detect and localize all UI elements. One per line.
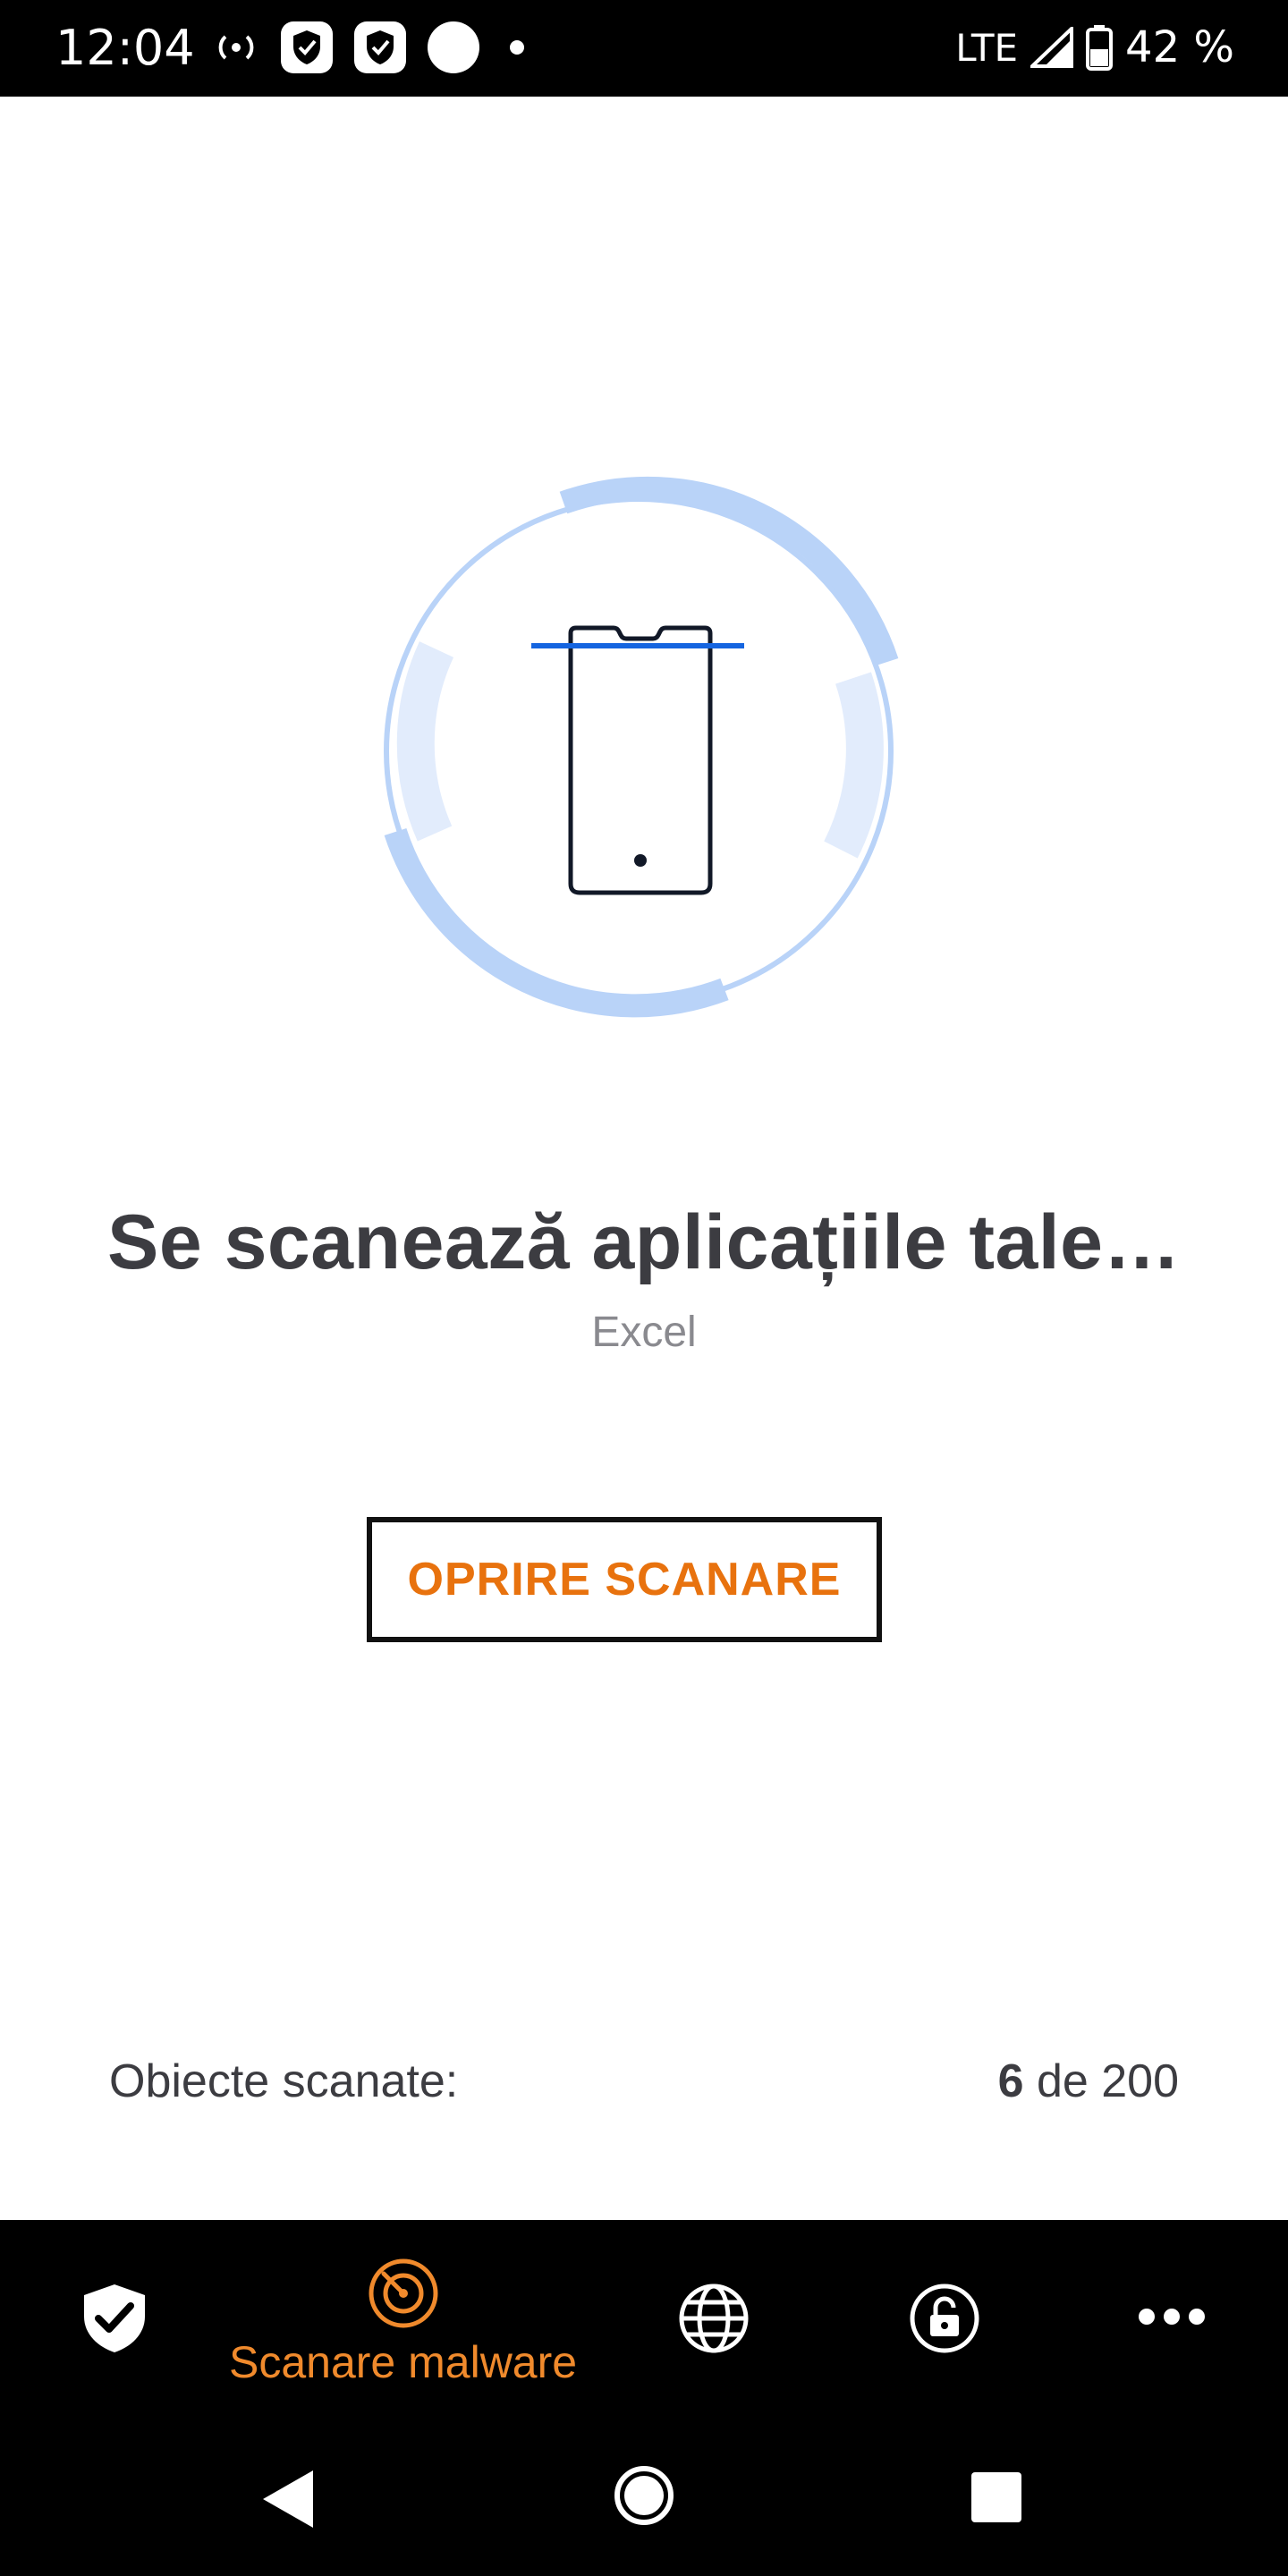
shield-notification-icon-2: [354, 21, 406, 73]
dot-notification-icon: [510, 40, 524, 55]
circle-notification-icon: [428, 21, 479, 73]
globe-icon: [679, 2284, 749, 2353]
scanned-objects-label: Obiecte scanate:: [109, 2055, 459, 2107]
status-notification-icons: [211, 20, 535, 75]
system-navigation-bar: [0, 2431, 1288, 2576]
nav-item-app-lock[interactable]: [907, 2281, 982, 2356]
battery-icon: [1086, 25, 1114, 71]
nav-item-malware-scan[interactable]: Scanare malware: [229, 2256, 577, 2388]
scanned-count-value: 6: [997, 2055, 1024, 2107]
scanned-count-separator: de: [1023, 2055, 1102, 2107]
status-bar: 12:04 LTE 42 %: [0, 0, 1288, 97]
battery-percent: 42 %: [1125, 22, 1234, 72]
recents-icon[interactable]: [970, 2470, 1023, 2524]
scanned-count-total: 200: [1101, 2055, 1179, 2107]
phone-icon: [568, 625, 713, 895]
stop-scan-button[interactable]: OPRIRE SCANARE: [367, 1517, 882, 1642]
stop-scan-label: OPRIRE SCANARE: [407, 1554, 842, 1606]
bottom-navigation: Scanare malware: [0, 2220, 1288, 2431]
nav-label-malware-scan: Scanare malware: [229, 2337, 578, 2387]
scan-animation: [376, 474, 912, 1029]
nav-item-web[interactable]: [676, 2281, 751, 2356]
home-icon[interactable]: [612, 2463, 676, 2528]
signal-icon: [1030, 27, 1074, 68]
shield-notification-icon: [281, 21, 333, 73]
network-label: LTE: [955, 25, 1019, 70]
malware-scan-icon: [369, 2258, 438, 2328]
scan-title: Se scanează aplicațiile tale…: [106, 1199, 1182, 1285]
back-icon[interactable]: [259, 2467, 317, 2531]
status-time: 12:04: [55, 20, 195, 76]
lock-icon: [910, 2284, 979, 2353]
scanned-objects-count: 6 de 200: [998, 2055, 1179, 2108]
scanned-objects-row: Obiecte scanate: 6 de 200: [109, 2050, 1179, 2113]
nav-item-more[interactable]: [1136, 2299, 1208, 2334]
hotspot-icon: [218, 35, 254, 60]
current-scan-item: Excel: [591, 1309, 697, 1356]
more-icon: [1139, 2309, 1205, 2325]
shield-check-icon: [84, 2284, 145, 2352]
status-right: LTE 42 %: [955, 20, 1234, 75]
scan-ring-graphic: [384, 476, 899, 1018]
nav-item-protection[interactable]: [79, 2281, 150, 2356]
